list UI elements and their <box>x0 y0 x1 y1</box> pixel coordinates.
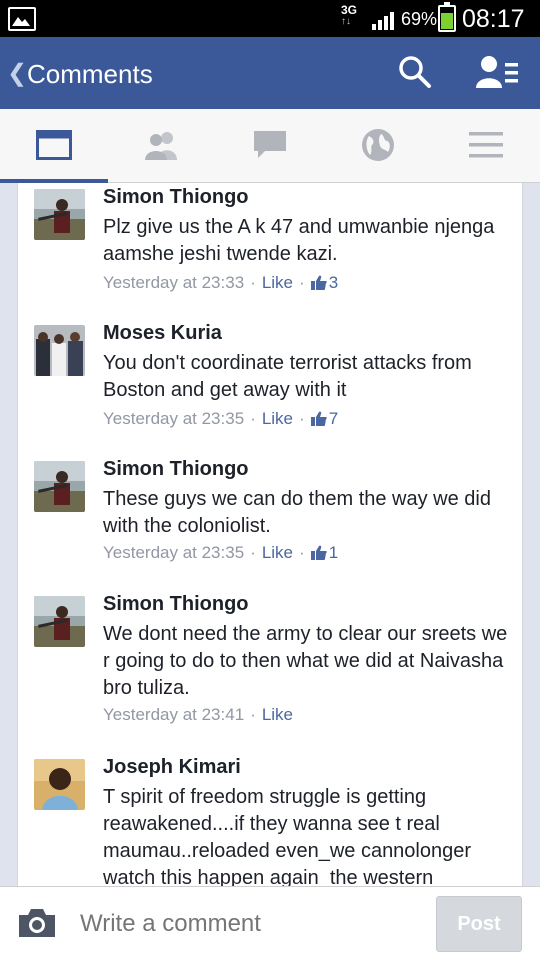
title-bar: ❮ Comments <box>0 37 540 109</box>
page-title[interactable]: Comments <box>27 59 153 90</box>
tab-menu[interactable] <box>432 109 540 181</box>
comment-timestamp[interactable]: Yesterday at 23:41 <box>103 705 244 724</box>
tab-news-feed[interactable] <box>0 109 108 183</box>
friend-requests-icon[interactable] <box>476 55 520 89</box>
gallery-notification-icon <box>8 7 36 31</box>
comment-author[interactable]: Simon Thiongo <box>103 458 249 481</box>
tab-friends[interactable] <box>108 109 216 181</box>
thumbs-up-icon <box>310 411 327 426</box>
comment-meta: Yesterday at 23:33 · Like · 3 <box>103 273 339 292</box>
comment-author[interactable]: Simon Thiongo <box>103 186 249 209</box>
comment-input[interactable] <box>80 905 420 943</box>
comment-composer: Post <box>0 886 540 960</box>
comment-author[interactable]: Joseph Kimari <box>103 756 241 779</box>
comment-timestamp[interactable]: Yesterday at 23:35 <box>103 409 244 428</box>
menu-icon <box>469 132 503 158</box>
thumbs-up-icon <box>310 545 327 560</box>
comment-text: Plz give us the A k 47 and umwanbie njen… <box>103 216 495 265</box>
friends-icon <box>145 132 177 160</box>
comment-meta: Yesterday at 23:41 · Like <box>103 705 294 724</box>
comment-text: T spirit of freedom struggle is getting … <box>103 786 472 886</box>
tab-notifications[interactable] <box>324 109 432 181</box>
comments-list: Simon Thiongo Plz give us the A k 47 and… <box>17 183 523 886</box>
news-feed-icon <box>36 130 72 160</box>
avatar[interactable] <box>34 596 85 647</box>
comment-author[interactable]: Simon Thiongo <box>103 593 249 616</box>
comment-text: We dont need the army to clear our sreet… <box>103 623 508 699</box>
comment-meta: Yesterday at 23:35 · Like · 7 <box>103 409 339 428</box>
avatar[interactable] <box>34 759 85 810</box>
messages-icon <box>254 131 286 158</box>
camera-icon[interactable] <box>17 907 57 939</box>
like-link[interactable]: Like <box>262 543 293 562</box>
back-chevron-icon[interactable]: ❮ <box>7 59 27 88</box>
comment-text: You don't coordinate terrorist attacks f… <box>103 352 472 401</box>
globe-icon <box>362 129 394 161</box>
avatar[interactable] <box>34 325 85 376</box>
thumbs-up-icon <box>310 275 327 290</box>
like-link[interactable]: Like <box>262 705 293 724</box>
like-count[interactable]: 7 <box>329 409 338 428</box>
search-icon[interactable] <box>398 55 432 89</box>
battery-icon <box>438 2 456 32</box>
status-bar: 3G ↑↓ 69% 08:17 <box>0 0 540 37</box>
clock: 08:17 <box>462 5 525 33</box>
tab-messages[interactable] <box>216 109 324 181</box>
network-indicator: 3G ↑↓ <box>341 4 357 28</box>
comment-timestamp[interactable]: Yesterday at 23:35 <box>103 543 244 562</box>
comment-text: These guys we can do them the way we did… <box>103 488 491 537</box>
comment-timestamp[interactable]: Yesterday at 23:33 <box>103 273 244 292</box>
signal-icon <box>372 12 394 30</box>
tab-bar <box>0 109 540 183</box>
like-count[interactable]: 1 <box>329 543 338 562</box>
like-link[interactable]: Like <box>262 273 293 292</box>
like-count[interactable]: 3 <box>329 273 338 292</box>
avatar[interactable] <box>34 189 85 240</box>
comment-meta: Yesterday at 23:35 · Like · 1 <box>103 543 339 562</box>
like-link[interactable]: Like <box>262 409 293 428</box>
avatar[interactable] <box>34 461 85 512</box>
comment-author[interactable]: Moses Kuria <box>103 322 222 345</box>
post-button[interactable]: Post <box>436 896 522 952</box>
battery-percent: 69% <box>401 9 438 29</box>
network-type: 3G <box>341 3 358 17</box>
data-arrows: ↑↓ <box>341 16 351 27</box>
